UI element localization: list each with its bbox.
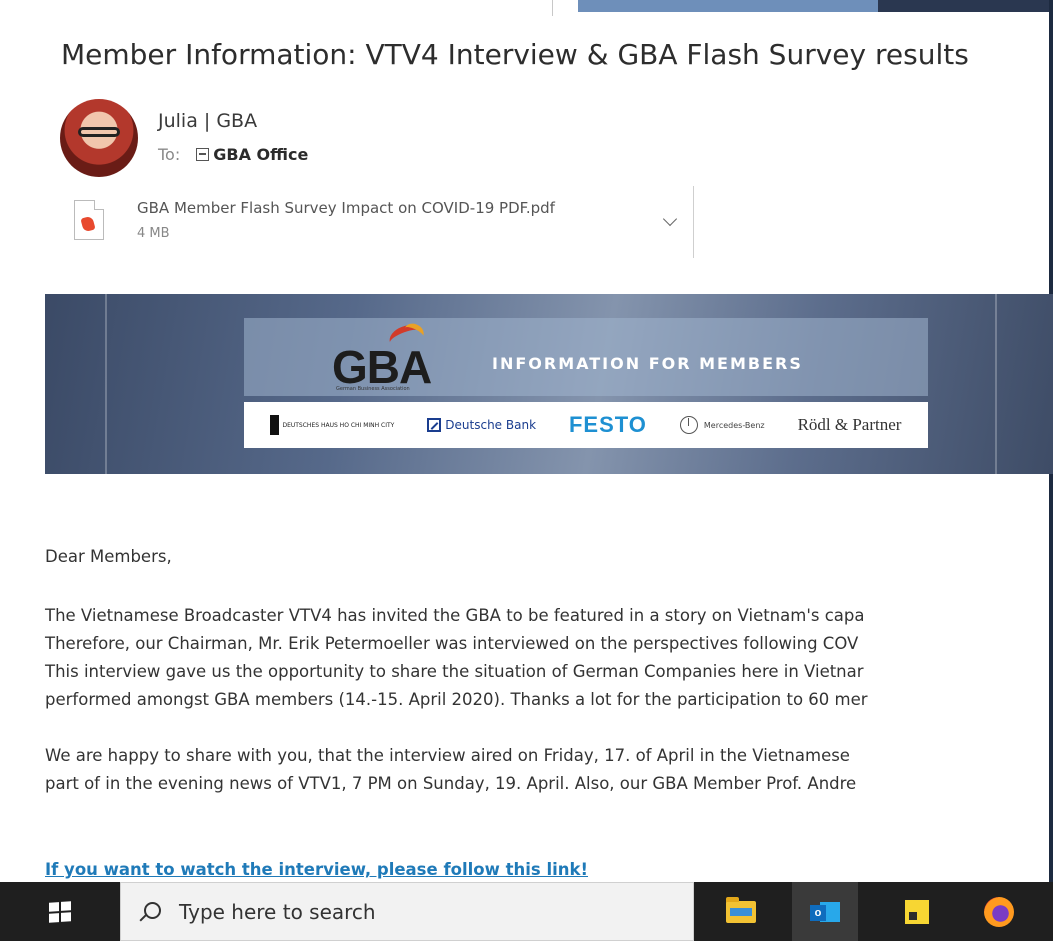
sponsor-mercedes-benz: Mercedes-Benz <box>679 416 765 434</box>
paragraph-line: part of in the evening news of VTV1, 7 P… <box>45 774 857 793</box>
banner-panel: GBA German Business Association INFORMAT… <box>244 318 928 396</box>
attachment-size: 4 MB <box>137 226 170 241</box>
deutsches-haus-logo-icon <box>270 415 280 435</box>
window-top-strip <box>0 0 1053 16</box>
sticky-notes-icon <box>905 899 929 924</box>
group-icon <box>196 148 210 161</box>
background-window-edge-dark <box>878 0 1053 12</box>
avatar-glasses <box>78 127 120 137</box>
background-window-edge <box>578 0 878 12</box>
sponsor-roedl-partner: Rödl & Partner <box>797 415 902 434</box>
to-label: To: <box>158 145 181 164</box>
sponsor-label: Deutsche Bank <box>445 418 537 432</box>
paragraph-line: The Vietnamese Broadcaster VTV4 has invi… <box>45 606 865 625</box>
firefox-icon <box>984 896 1014 927</box>
search-placeholder: Type here to search <box>179 899 376 924</box>
email-subject: Member Information: VTV4 Interview & GBA… <box>61 38 969 71</box>
window-divider <box>552 0 553 16</box>
sponsor-logos: DEUTSCHES HAUS HO CHI MINH CITY Deutsche… <box>244 402 928 448</box>
taskbar: Type here to search o <box>0 882 1053 941</box>
recipient-name[interactable]: GBA Office <box>213 145 308 164</box>
banner-beam <box>105 294 107 474</box>
sender-avatar[interactable] <box>60 99 138 177</box>
sponsor-deutsche-bank: Deutsche Bank <box>427 418 536 432</box>
file-explorer-button[interactable] <box>708 882 774 941</box>
sponsor-label: DEUTSCHES HAUS HO CHI MINH CITY <box>282 421 395 429</box>
taskbar-search-box[interactable]: Type here to search <box>120 882 694 941</box>
greeting: Dear Members, <box>45 547 172 566</box>
mercedes-star-icon <box>679 416 698 434</box>
outlook-button[interactable]: o <box>792 882 858 941</box>
attachment-name: GBA Member Flash Survey Impact on COVID-… <box>137 199 555 217</box>
recipient-line: To: GBA Office <box>158 145 308 164</box>
sender-name[interactable]: Julia | GBA <box>158 110 257 132</box>
banner-title: INFORMATION FOR MEMBERS <box>492 354 803 373</box>
banner-beam <box>995 294 997 474</box>
paragraph-line: performed amongst GBA members (14.-15. A… <box>45 690 868 709</box>
paragraph-line: Therefore, our Chairman, Mr. Erik Peterm… <box>45 634 859 653</box>
deutsche-bank-logo-icon <box>427 418 442 432</box>
sticky-notes-button[interactable] <box>884 882 950 941</box>
sponsor-label: Mercedes-Benz <box>703 420 765 430</box>
newsletter-banner: GBA German Business Association INFORMAT… <box>45 294 1053 474</box>
gba-logo-tagline: German Business Association <box>336 386 410 392</box>
windows-logo-icon <box>49 900 71 923</box>
search-icon <box>139 901 161 922</box>
attachment-card[interactable]: GBA Member Flash Survey Impact on COVID-… <box>62 186 694 258</box>
sponsor-deutsches-haus: DEUTSCHES HAUS HO CHI MINH CITY <box>270 415 394 435</box>
start-button[interactable] <box>0 882 120 941</box>
interview-link[interactable]: If you want to watch the interview, plea… <box>45 860 588 879</box>
file-explorer-icon <box>726 896 756 923</box>
pdf-file-icon <box>74 200 104 240</box>
paragraph-line: This interview gave us the opportunity t… <box>45 662 864 681</box>
sponsor-festo: FESTO <box>568 412 647 437</box>
outlook-icon: o <box>810 898 840 926</box>
firefox-button[interactable] <box>966 882 1032 941</box>
paragraph-line: We are happy to share with you, that the… <box>45 746 850 765</box>
chevron-down-icon[interactable] <box>662 211 678 227</box>
outlook-letter: o <box>810 904 826 921</box>
